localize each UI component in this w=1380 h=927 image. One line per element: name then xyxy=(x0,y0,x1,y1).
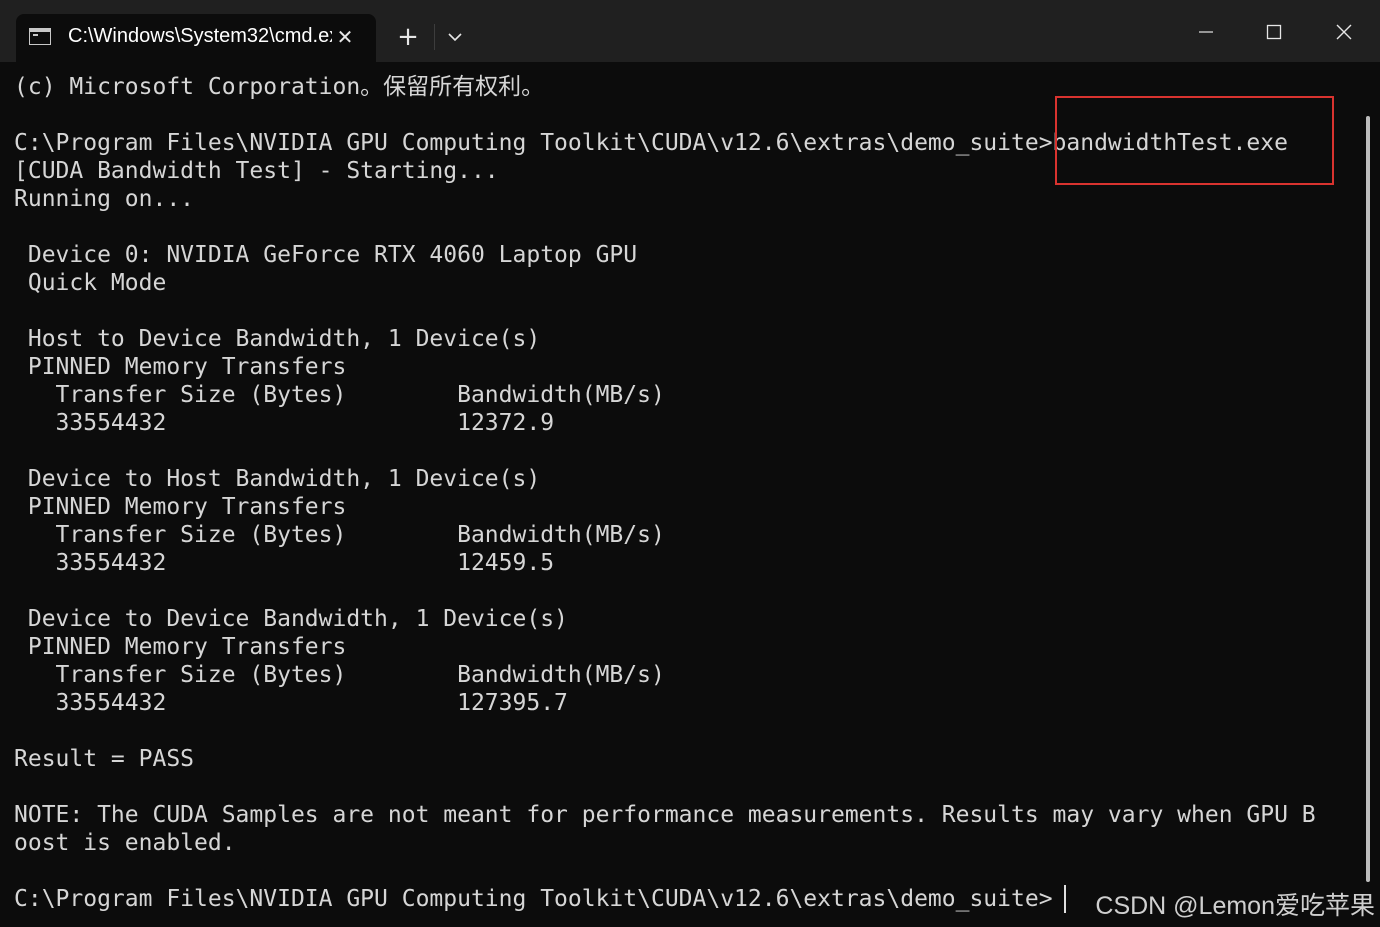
terminal-line: (c) Microsoft Corporation。保留所有权利。 xyxy=(14,74,545,100)
close-window-button[interactable] xyxy=(1310,0,1378,62)
highlight-box xyxy=(1055,96,1334,185)
terminal-line: 33554432 12372.9 xyxy=(14,410,555,436)
tab-title: C:\Windows\System32\cmd.exe xyxy=(68,25,332,47)
title-bar[interactable]: C:\Windows\System32\cmd.exe ✕ + xyxy=(0,0,1380,62)
terminal-line: Transfer Size (Bytes) Bandwidth(MB/s) xyxy=(14,382,665,408)
tab-cmd[interactable]: C:\Windows\System32\cmd.exe ✕ xyxy=(16,14,376,62)
maximize-button[interactable] xyxy=(1240,0,1308,62)
terminal-line: Device to Host Bandwidth, 1 Device(s) xyxy=(14,466,541,492)
terminal-line: Quick Mode xyxy=(14,270,167,296)
chevron-down-icon[interactable] xyxy=(441,22,469,52)
terminal-line: Device to Device Bandwidth, 1 Device(s) xyxy=(14,606,568,632)
terminal-line: Result = PASS xyxy=(14,746,195,772)
tab-divider xyxy=(434,24,435,50)
maximize-icon xyxy=(1266,24,1282,40)
terminal-icon xyxy=(29,28,51,45)
terminal-line: 33554432 127395.7 xyxy=(14,690,568,716)
terminal-line: Transfer Size (Bytes) Bandwidth(MB/s) xyxy=(14,522,665,548)
terminal-line: [CUDA Bandwidth Test] - Starting... xyxy=(14,158,499,184)
terminal-line: NOTE: The CUDA Samples are not meant for… xyxy=(14,802,1316,828)
text-cursor xyxy=(1064,885,1066,913)
terminal-line: Transfer Size (Bytes) Bandwidth(MB/s) xyxy=(14,662,665,688)
terminal-output[interactable]: (c) Microsoft Corporation。保留所有权利。 C:\Prog… xyxy=(14,73,1359,927)
plus-icon[interactable]: + xyxy=(390,20,426,54)
minimize-icon xyxy=(1199,31,1213,33)
terminal-window: C:\Windows\System32\cmd.exe ✕ + (c) Micr… xyxy=(0,0,1380,927)
terminal-line: Running on... xyxy=(14,186,195,212)
terminal-line: Host to Device Bandwidth, 1 Device(s) xyxy=(14,326,541,352)
minimize-button[interactable] xyxy=(1172,0,1240,62)
watermark: CSDN @Lemon爱吃苹果 xyxy=(1075,886,1375,922)
close-icon xyxy=(1336,24,1352,40)
terminal-line: PINNED Memory Transfers xyxy=(14,494,347,520)
terminal-line: PINNED Memory Transfers xyxy=(14,354,347,380)
scrollbar[interactable] xyxy=(1366,116,1370,882)
terminal-line: C:\Program Files\NVIDIA GPU Computing To… xyxy=(14,886,1053,912)
close-icon[interactable]: ✕ xyxy=(332,24,358,50)
terminal-line: oost is enabled. xyxy=(14,830,236,856)
terminal-line: 33554432 12459.5 xyxy=(14,550,555,576)
terminal-line: PINNED Memory Transfers xyxy=(14,634,347,660)
terminal-line: Device 0: NVIDIA GeForce RTX 4060 Laptop… xyxy=(14,242,638,268)
